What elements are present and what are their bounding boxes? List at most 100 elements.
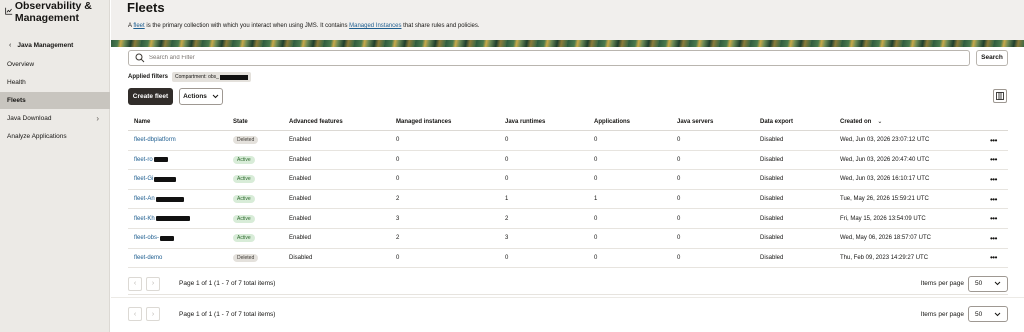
previous-page-button[interactable]: ‹ <box>128 307 142 321</box>
fleet-name-link[interactable]: fleet-Kh <box>134 216 155 222</box>
sidebar-item-fleets[interactable]: Fleets <box>0 92 110 109</box>
chevron-left-icon: ‹ <box>9 42 12 49</box>
state-cell: Deleted <box>233 131 259 150</box>
back-to-java-management[interactable]: ‹ Java Management <box>9 42 73 49</box>
applications-cell: 0 <box>594 137 598 144</box>
column-header-applications[interactable]: Applications <box>594 113 630 130</box>
created-on-cell: Wed, May 06, 2026 18:57:07 UTC <box>840 235 931 242</box>
status-badge: Active <box>233 234 255 243</box>
chevron-right-icon: › <box>151 280 155 287</box>
search-button[interactable]: Search <box>976 50 1008 66</box>
sidebar-item-label: Fleets <box>7 97 26 104</box>
status-badge: Active <box>233 195 255 204</box>
managed-instances-cell: 2 <box>396 196 400 203</box>
managed-instances-cell: 2 <box>396 235 400 242</box>
filter-chip-text: Compartment: obs_ <box>175 74 219 80</box>
more-actions-icon[interactable]: ••• <box>990 249 997 268</box>
java-runtimes-cell: 0 <box>505 156 509 163</box>
sidebar-item-health[interactable]: Health <box>0 74 110 91</box>
name-cell: fleet-An <box>134 190 184 209</box>
search-bar[interactable] <box>128 50 970 66</box>
fleet-name-link[interactable]: fleet-dbplatform <box>134 137 176 143</box>
advanced-features-cell: Enabled <box>289 235 312 242</box>
column-header-java-servers[interactable]: Java servers <box>677 113 713 130</box>
applications-cell: 0 <box>594 215 598 222</box>
fleet-name-link[interactable]: fleet-obs- <box>134 235 159 241</box>
column-header-label: Created on <box>840 118 872 125</box>
column-header-created-on[interactable]: Created on ⌄ <box>840 113 882 130</box>
redaction-mark <box>155 216 190 222</box>
search-input[interactable] <box>149 55 969 61</box>
fleet-link[interactable]: fleet <box>133 23 144 29</box>
name-cell: fleet-Kh <box>134 209 190 228</box>
state-cell: Active <box>233 170 255 189</box>
column-header-java-runtimes[interactable]: Java runtimes <box>505 113 545 130</box>
more-actions-icon[interactable]: ••• <box>990 131 997 150</box>
column-header-data-export[interactable]: Data export <box>760 113 793 130</box>
sidebar-item-java-download[interactable]: Java Download › <box>0 110 110 127</box>
pagination-text: Page 1 of 1 (1 - 7 of 7 total items) <box>179 310 276 318</box>
more-actions-icon[interactable]: ••• <box>990 151 997 170</box>
managed-instances-link[interactable]: Managed Instances <box>349 23 401 29</box>
column-header-managed-instances[interactable]: Managed instances <box>396 113 451 130</box>
column-header-advanced-features[interactable]: Advanced features <box>289 113 343 130</box>
state-cell: Deleted <box>233 249 259 268</box>
created-on-cell: Fri, May 15, 2026 13:54:09 UTC <box>840 215 926 222</box>
state-cell: Active <box>233 151 255 170</box>
more-actions-icon[interactable]: ••• <box>990 229 997 248</box>
chevron-down-icon <box>212 94 219 99</box>
created-on-cell: Wed, Jun 03, 2026 23:07:12 UTC <box>840 137 930 144</box>
created-on-cell: Wed, Jun 03, 2026 20:47:40 UTC <box>840 156 930 163</box>
actions-menu-button[interactable]: Actions <box>179 88 223 105</box>
advanced-features-cell: Enabled <box>289 176 312 183</box>
items-per-page-select[interactable]: 50 <box>968 275 1008 292</box>
data-export-cell: Disabled <box>760 176 784 183</box>
data-export-cell: Disabled <box>760 254 784 261</box>
data-export-cell: Disabled <box>760 137 784 144</box>
fleets-table: Name State Advanced features Managed ins… <box>128 113 1008 269</box>
column-header-name[interactable]: Name <box>134 113 150 130</box>
page-title: Fleets <box>127 0 165 15</box>
previous-page-button[interactable]: ‹ <box>128 276 142 291</box>
fleet-name-link[interactable]: fleet-ro <box>134 157 153 163</box>
next-page-button[interactable]: › <box>146 276 160 291</box>
state-cell: Active <box>233 209 255 228</box>
advanced-features-cell: Enabled <box>289 137 312 144</box>
more-actions-icon[interactable]: ••• <box>990 170 997 189</box>
redaction-mark <box>153 157 168 163</box>
applications-cell: 0 <box>594 254 598 261</box>
state-cell: Active <box>233 229 255 248</box>
java-runtimes-cell: 0 <box>505 176 509 183</box>
items-per-page-label: Items per page <box>920 280 964 287</box>
name-cell: fleet-ro <box>134 151 168 170</box>
fleet-name-link[interactable]: fleet-demo <box>134 255 162 261</box>
chevron-left-icon: ‹ <box>133 310 137 318</box>
next-page-button[interactable]: › <box>146 307 160 321</box>
created-on-cell: Wed, Jun 03, 2026 16:10:17 UTC <box>840 176 930 183</box>
items-per-page-select[interactable]: 50 <box>968 306 1008 322</box>
fleet-name-link[interactable]: fleet-An <box>134 196 155 202</box>
table-row: fleet-ro Active Enabled 0 0 0 0 Disabled… <box>128 151 1008 171</box>
sort-descending-icon: ⌄ <box>877 119 883 125</box>
create-fleet-button[interactable]: Create fleet <box>128 88 173 105</box>
applications-cell: 1 <box>594 196 598 203</box>
managed-instances-cell: 3 <box>396 215 400 222</box>
more-actions-icon[interactable]: ••• <box>990 209 997 228</box>
column-header-state[interactable]: State <box>233 113 248 130</box>
java-servers-cell: 0 <box>677 215 681 222</box>
items-per-page-value: 50 <box>975 280 983 287</box>
back-label: Java Management <box>17 42 74 49</box>
filter-chip-compartment[interactable]: Compartment: obs_ <box>172 72 251 82</box>
sidebar-item-overview[interactable]: Overview <box>0 56 110 73</box>
page-header: Fleets A fleet is the primary collection… <box>111 0 1024 40</box>
redaction-mark <box>155 196 184 202</box>
app-title: Observability & Management <box>14 0 92 24</box>
manage-columns-button[interactable] <box>993 89 1007 103</box>
sidebar-item-label: Overview <box>7 61 35 68</box>
items-per-page-label: Items per page <box>920 310 964 318</box>
sidebar-item-analyze-applications[interactable]: Analyze Applications <box>0 128 110 145</box>
more-actions-icon[interactable]: ••• <box>990 190 997 209</box>
fleet-name-link[interactable]: fleet-Gi <box>134 176 153 182</box>
state-cell: Active <box>233 190 255 209</box>
created-on-cell: Tue, May 26, 2026 15:59:21 UTC <box>840 196 929 203</box>
